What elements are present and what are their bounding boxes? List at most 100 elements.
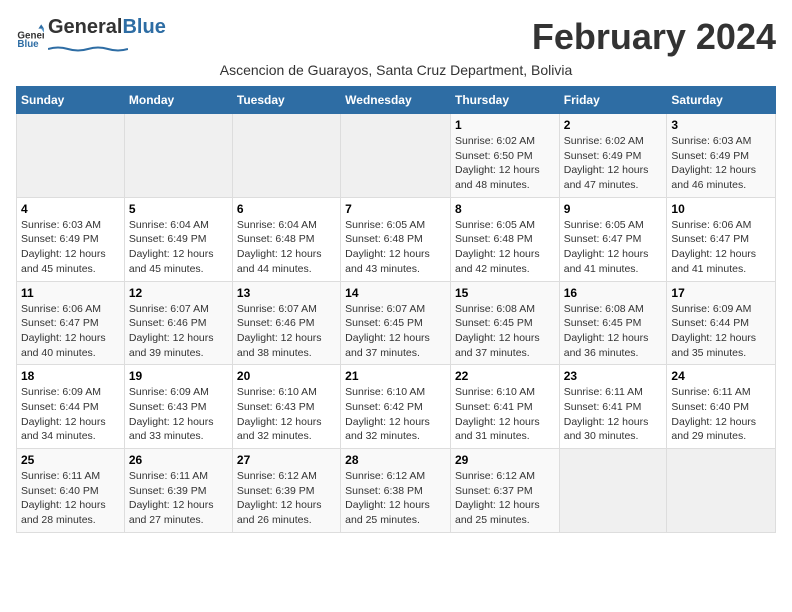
day-number: 2 bbox=[564, 118, 663, 132]
day-info: Sunrise: 6:02 AMSunset: 6:49 PMDaylight:… bbox=[564, 134, 663, 193]
day-info: Sunrise: 6:11 AMSunset: 6:39 PMDaylight:… bbox=[129, 469, 228, 528]
calendar-cell: 2 Sunrise: 6:02 AMSunset: 6:49 PMDaylight… bbox=[559, 114, 667, 198]
day-of-week-header: Thursday bbox=[450, 87, 559, 114]
day-info: Sunrise: 6:12 AMSunset: 6:37 PMDaylight:… bbox=[455, 469, 555, 528]
day-info: Sunrise: 6:10 AMSunset: 6:43 PMDaylight:… bbox=[237, 385, 336, 444]
calendar-cell bbox=[667, 449, 776, 533]
day-of-week-header: Wednesday bbox=[341, 87, 451, 114]
logo-general: General bbox=[48, 16, 122, 39]
day-of-week-header: Sunday bbox=[17, 87, 125, 114]
calendar-cell bbox=[559, 449, 667, 533]
calendar-cell: 3 Sunrise: 6:03 AMSunset: 6:49 PMDaylight… bbox=[667, 114, 776, 198]
day-number: 16 bbox=[564, 286, 663, 300]
day-info: Sunrise: 6:08 AMSunset: 6:45 PMDaylight:… bbox=[455, 302, 555, 361]
svg-text:Blue: Blue bbox=[17, 38, 39, 49]
day-info: Sunrise: 6:12 AMSunset: 6:38 PMDaylight:… bbox=[345, 469, 446, 528]
day-number: 1 bbox=[455, 118, 555, 132]
logo-blue: Blue bbox=[122, 16, 165, 39]
day-info: Sunrise: 6:07 AMSunset: 6:46 PMDaylight:… bbox=[129, 302, 228, 361]
calendar-cell bbox=[341, 114, 451, 198]
calendar-cell: 23 Sunrise: 6:11 AMSunset: 6:41 PMDayligh… bbox=[559, 365, 667, 449]
calendar-cell: 8 Sunrise: 6:05 AMSunset: 6:48 PMDaylight… bbox=[450, 197, 559, 281]
day-number: 8 bbox=[455, 202, 555, 216]
day-number: 4 bbox=[21, 202, 120, 216]
day-of-week-header: Friday bbox=[559, 87, 667, 114]
day-info: Sunrise: 6:06 AMSunset: 6:47 PMDaylight:… bbox=[21, 302, 120, 361]
logo-icon: General Blue bbox=[16, 23, 44, 51]
day-info: Sunrise: 6:11 AMSunset: 6:41 PMDaylight:… bbox=[564, 385, 663, 444]
day-info: Sunrise: 6:08 AMSunset: 6:45 PMDaylight:… bbox=[564, 302, 663, 361]
day-info: Sunrise: 6:11 AMSunset: 6:40 PMDaylight:… bbox=[671, 385, 771, 444]
day-number: 11 bbox=[21, 286, 120, 300]
day-number: 29 bbox=[455, 453, 555, 467]
calendar-cell bbox=[124, 114, 232, 198]
day-info: Sunrise: 6:09 AMSunset: 6:43 PMDaylight:… bbox=[129, 385, 228, 444]
day-info: Sunrise: 6:03 AMSunset: 6:49 PMDaylight:… bbox=[671, 134, 771, 193]
calendar-cell: 16 Sunrise: 6:08 AMSunset: 6:45 PMDayligh… bbox=[559, 281, 667, 365]
subtitle: Ascencion de Guarayos, Santa Cruz Depart… bbox=[16, 62, 776, 78]
calendar-cell: 12 Sunrise: 6:07 AMSunset: 6:46 PMDayligh… bbox=[124, 281, 232, 365]
month-title: February 2024 bbox=[532, 16, 776, 58]
calendar-cell: 10 Sunrise: 6:06 AMSunset: 6:47 PMDayligh… bbox=[667, 197, 776, 281]
day-info: Sunrise: 6:10 AMSunset: 6:42 PMDaylight:… bbox=[345, 385, 446, 444]
day-info: Sunrise: 6:05 AMSunset: 6:47 PMDaylight:… bbox=[564, 218, 663, 277]
calendar-cell: 18Sunrise: 6:09 AMSunset: 6:44 PMDayligh… bbox=[17, 365, 125, 449]
calendar-cell: 24 Sunrise: 6:11 AMSunset: 6:40 PMDayligh… bbox=[667, 365, 776, 449]
day-number: 10 bbox=[671, 202, 771, 216]
calendar-cell: 14 Sunrise: 6:07 AMSunset: 6:45 PMDayligh… bbox=[341, 281, 451, 365]
calendar-cell: 11 Sunrise: 6:06 AMSunset: 6:47 PMDayligh… bbox=[17, 281, 125, 365]
calendar-cell: 20Sunrise: 6:10 AMSunset: 6:43 PMDayligh… bbox=[232, 365, 340, 449]
calendar-cell: 19 Sunrise: 6:09 AMSunset: 6:43 PMDayligh… bbox=[124, 365, 232, 449]
day-of-week-header: Saturday bbox=[667, 87, 776, 114]
day-info: Sunrise: 6:05 AMSunset: 6:48 PMDaylight:… bbox=[345, 218, 446, 277]
day-number: 24 bbox=[671, 369, 771, 383]
day-number: 28 bbox=[345, 453, 446, 467]
day-info: Sunrise: 6:05 AMSunset: 6:48 PMDaylight:… bbox=[455, 218, 555, 277]
calendar-cell: 13Sunrise: 6:07 AMSunset: 6:46 PMDayligh… bbox=[232, 281, 340, 365]
calendar-cell: 29 Sunrise: 6:12 AMSunset: 6:37 PMDayligh… bbox=[450, 449, 559, 533]
day-info: Sunrise: 6:10 AMSunset: 6:41 PMDaylight:… bbox=[455, 385, 555, 444]
day-number: 14 bbox=[345, 286, 446, 300]
calendar-cell bbox=[17, 114, 125, 198]
calendar-cell bbox=[232, 114, 340, 198]
calendar-cell: 1 Sunrise: 6:02 AMSunset: 6:50 PMDaylight… bbox=[450, 114, 559, 198]
day-info: Sunrise: 6:04 AMSunset: 6:49 PMDaylight:… bbox=[129, 218, 228, 277]
calendar-cell: 7 Sunrise: 6:05 AMSunset: 6:48 PMDaylight… bbox=[341, 197, 451, 281]
day-number: 7 bbox=[345, 202, 446, 216]
calendar-cell: 21 Sunrise: 6:10 AMSunset: 6:42 PMDayligh… bbox=[341, 365, 451, 449]
logo-wave bbox=[48, 46, 128, 52]
day-number: 6 bbox=[237, 202, 336, 216]
logo: General Blue General Blue bbox=[16, 16, 166, 57]
calendar-cell: 4 Sunrise: 6:03 AMSunset: 6:49 PMDaylight… bbox=[17, 197, 125, 281]
day-of-week-header: Monday bbox=[124, 87, 232, 114]
day-number: 9 bbox=[564, 202, 663, 216]
calendar-cell: 28 Sunrise: 6:12 AMSunset: 6:38 PMDayligh… bbox=[341, 449, 451, 533]
day-number: 13 bbox=[237, 286, 336, 300]
day-info: Sunrise: 6:07 AMSunset: 6:45 PMDaylight:… bbox=[345, 302, 446, 361]
day-info: Sunrise: 6:06 AMSunset: 6:47 PMDaylight:… bbox=[671, 218, 771, 277]
day-number: 5 bbox=[129, 202, 228, 216]
day-info: Sunrise: 6:02 AMSunset: 6:50 PMDaylight:… bbox=[455, 134, 555, 193]
day-info: Sunrise: 6:09 AMSunset: 6:44 PMDaylight:… bbox=[671, 302, 771, 361]
calendar-cell: 22 Sunrise: 6:10 AMSunset: 6:41 PMDayligh… bbox=[450, 365, 559, 449]
day-number: 25 bbox=[21, 453, 120, 467]
day-number: 21 bbox=[345, 369, 446, 383]
day-info: Sunrise: 6:12 AMSunset: 6:39 PMDaylight:… bbox=[237, 469, 336, 528]
day-number: 12 bbox=[129, 286, 228, 300]
day-number: 18 bbox=[21, 369, 120, 383]
day-number: 19 bbox=[129, 369, 228, 383]
day-number: 22 bbox=[455, 369, 555, 383]
day-info: Sunrise: 6:11 AMSunset: 6:40 PMDaylight:… bbox=[21, 469, 120, 528]
calendar-cell: 25 Sunrise: 6:11 AMSunset: 6:40 PMDayligh… bbox=[17, 449, 125, 533]
calendar-cell: 6 Sunrise: 6:04 AMSunset: 6:48 PMDaylight… bbox=[232, 197, 340, 281]
day-number: 17 bbox=[671, 286, 771, 300]
day-number: 23 bbox=[564, 369, 663, 383]
day-info: Sunrise: 6:04 AMSunset: 6:48 PMDaylight:… bbox=[237, 218, 336, 277]
day-of-week-header: Tuesday bbox=[232, 87, 340, 114]
day-info: Sunrise: 6:03 AMSunset: 6:49 PMDaylight:… bbox=[21, 218, 120, 277]
day-number: 3 bbox=[671, 118, 771, 132]
day-number: 27 bbox=[237, 453, 336, 467]
calendar-cell: 17 Sunrise: 6:09 AMSunset: 6:44 PMDayligh… bbox=[667, 281, 776, 365]
calendar-table: SundayMondayTuesdayWednesdayThursdayFrid… bbox=[16, 86, 776, 533]
calendar-cell: 15Sunrise: 6:08 AMSunset: 6:45 PMDayligh… bbox=[450, 281, 559, 365]
